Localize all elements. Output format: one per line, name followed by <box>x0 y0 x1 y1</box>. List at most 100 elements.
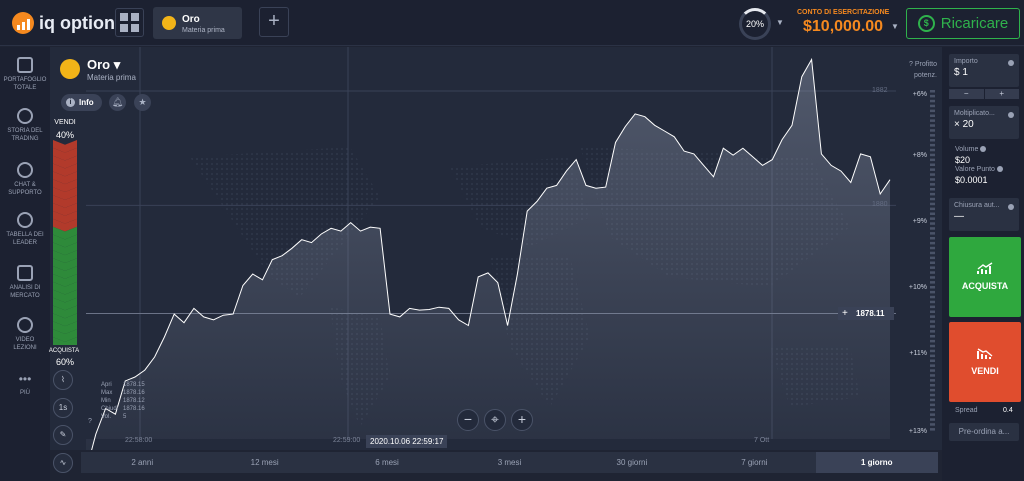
profit-tick: +10% <box>908 284 927 291</box>
help-icon[interactable] <box>1008 204 1014 210</box>
account-balance[interactable]: $10,000.00 <box>803 18 883 36</box>
scale-tick <box>930 148 935 152</box>
multiplier-value[interactable]: × 20 <box>954 119 1014 130</box>
scale-tick <box>930 207 935 211</box>
sidebar-item-portfolio[interactable]: PORTAFOGLIO TOTALE <box>0 57 50 92</box>
sentiment-bar <box>53 140 77 345</box>
timeframe-button[interactable]: 1s <box>53 398 73 418</box>
star-icon[interactable]: ★ <box>134 94 151 111</box>
crosshair-button[interactable]: ⌖ <box>484 409 506 431</box>
period-30d[interactable]: 30 giorni <box>571 452 693 473</box>
crosshair-icon: ⌖ <box>491 411 499 427</box>
sentiment-sell-percent: 40% <box>55 130 74 140</box>
auto-close-field[interactable]: Chiusura aut... — <box>949 198 1019 231</box>
info-icon: i <box>66 98 75 107</box>
asset-tab-category: Materia prima <box>182 27 225 34</box>
add-asset-tab-button[interactable]: + <box>259 7 289 37</box>
chevron-down-icon[interactable]: ▼ <box>776 18 784 27</box>
ohlc-value: 1878.15 <box>123 382 145 388</box>
profit-scale-bar <box>930 90 935 431</box>
scale-tick <box>930 374 935 377</box>
leverage-gauge[interactable]: 20% <box>739 8 771 40</box>
profit-tick: +6% <box>912 91 927 98</box>
indicators-icon: ∿ <box>59 458 67 467</box>
deposit-label: Ricaricare <box>940 15 1009 32</box>
multiplier-label-text: Moltiplicato... <box>954 110 995 117</box>
zoom-in-button[interactable]: + <box>511 409 533 431</box>
chart-asset-title[interactable]: Oro ▾ <box>87 57 120 73</box>
period-7d[interactable]: 7 giorni <box>693 452 815 473</box>
chart-asset-subtitle: Materia prima <box>87 73 136 82</box>
sidebar-item-more[interactable]: ••• PIÙ <box>0 373 50 397</box>
help-icon[interactable] <box>1008 60 1014 66</box>
brand-logo[interactable]: iq option <box>12 12 115 34</box>
sidebar-item-leaderboard[interactable]: TABELLA DEI LEADER <box>0 212 50 247</box>
help-icon[interactable]: ? <box>88 418 92 425</box>
scale-tick <box>930 320 935 323</box>
brand-name: iq option <box>39 12 115 33</box>
sidebar-item-chat[interactable]: CHAT & SUPPORTO <box>0 162 50 197</box>
sidebar-label: SUPPORTO <box>8 190 42 196</box>
amount-increase-button[interactable]: + <box>984 89 1019 99</box>
sidebar-item-video-lessons[interactable]: VIDEO LEZIONI <box>0 317 50 352</box>
scale-tick <box>930 266 935 269</box>
scale-tick <box>930 290 935 294</box>
scale-tick <box>930 232 935 235</box>
chart-type-button[interactable]: ⌇ <box>53 370 73 390</box>
zoom-out-button[interactable]: − <box>457 409 479 431</box>
scale-tick <box>930 158 935 162</box>
scale-tick <box>930 335 935 338</box>
scale-tick <box>930 143 935 147</box>
amount-field[interactable]: Importo $ 1 <box>949 54 1019 87</box>
ohlc-value: 1878.12 <box>123 398 145 404</box>
ohlc-row: Apri 1878.15 <box>101 381 145 389</box>
help-icon[interactable] <box>996 166 1003 173</box>
scale-tick <box>930 413 935 416</box>
scale-tick <box>930 349 935 353</box>
top-bar: iq option Oro Materia prima + 20% ▼ CONT… <box>0 0 1024 46</box>
ohlc-row: Min 1878.12 <box>101 397 145 405</box>
indicators-button[interactable]: ∿ <box>53 453 73 473</box>
ohlc-key: Chiudi <box>101 406 119 412</box>
sell-button[interactable]: VENDI <box>949 322 1021 402</box>
period-3m[interactable]: 3 mesi <box>448 452 570 473</box>
scale-tick <box>930 173 935 176</box>
help-icon[interactable] <box>1008 112 1014 118</box>
balance-chevron-icon[interactable]: ▼ <box>891 22 899 31</box>
bell-icon[interactable]: 🔔︎ <box>109 94 126 111</box>
help-icon[interactable] <box>980 146 987 153</box>
sidebar-item-history[interactable]: STORIA DEL TRADING <box>0 108 50 143</box>
amount-value[interactable]: $ 1 <box>954 67 1014 78</box>
period-6m[interactable]: 6 mesi <box>326 452 448 473</box>
period-1d[interactable]: 1 giorno <box>815 452 938 473</box>
time-axis-label: 7 Ott <box>754 437 770 444</box>
scale-tick <box>930 295 935 299</box>
scale-tick <box>930 178 935 181</box>
volume-label: Volume <box>955 145 1003 155</box>
asset-tab-gold[interactable]: Oro Materia prima <box>153 7 242 39</box>
scale-tick <box>930 393 935 397</box>
draw-tool-button[interactable]: ✎ <box>53 425 73 445</box>
scale-tick <box>930 261 935 264</box>
sell-label: VENDI <box>971 366 999 376</box>
price-chart[interactable] <box>50 47 896 472</box>
scale-tick <box>930 271 935 274</box>
current-price-tag[interactable]: +1878.11 <box>838 307 894 320</box>
app-window: iq option Oro Materia prima + 20% ▼ CONT… <box>0 0 1024 481</box>
period-12m[interactable]: 12 mesi <box>203 452 325 473</box>
scale-tick <box>930 119 935 122</box>
sidebar-label: LEADER <box>12 240 37 246</box>
scale-tick <box>930 369 935 372</box>
deposit-button[interactable]: $ Ricaricare <box>906 8 1020 39</box>
multiplier-field[interactable]: Moltiplicato... × 20 <box>949 106 1019 139</box>
preorder-button[interactable]: Pre-ordina a... <box>949 423 1019 441</box>
scale-tick <box>930 153 935 157</box>
amount-decrease-button[interactable]: − <box>949 89 984 99</box>
info-button[interactable]: i Info <box>61 94 102 111</box>
period-2y[interactable]: 2 anni <box>81 452 203 473</box>
question-icon: ? <box>908 61 913 68</box>
asset-grid-button[interactable] <box>115 8 144 37</box>
buy-button[interactable]: ACQUISTA <box>949 237 1021 317</box>
scale-tick <box>930 325 935 328</box>
sidebar-item-market-analysis[interactable]: ANALISI DI MERCATO <box>0 265 50 300</box>
